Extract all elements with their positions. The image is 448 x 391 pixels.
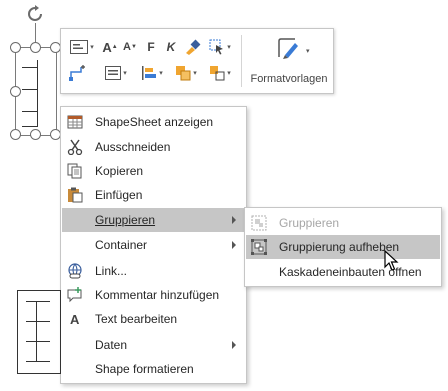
arrange-button[interactable]: ▾ — [171, 63, 201, 83]
connector-icon — [69, 65, 85, 81]
menu-item-label: Daten — [95, 338, 128, 352]
group-shape[interactable] — [17, 290, 61, 374]
menu-item-text-bearbeiten[interactable]: A Text bearbeiten — [62, 307, 245, 331]
menu-item-label: Shape formatieren — [95, 362, 194, 376]
toolbar-separator — [241, 35, 242, 87]
font-increase-button[interactable]: A ▲ — [101, 37, 119, 57]
menu-item-daten[interactable]: Daten — [62, 333, 245, 357]
submenu-item-kaskaden[interactable]: Kaskadeneinbauten öffnen — [246, 260, 440, 284]
resize-handle-w[interactable] — [10, 86, 21, 97]
format-painter-icon — [186, 39, 201, 55]
menu-item-kommentar[interactable]: Kommentar hinzufügen — [62, 283, 245, 307]
connector-button[interactable] — [67, 63, 89, 83]
formatvorlagen-button[interactable]: ▾ Formatvorlagen — [249, 35, 329, 89]
font-decrease-button[interactable]: A ▼ — [121, 37, 139, 57]
bold-icon: F — [147, 40, 155, 54]
submenu-item-label: Gruppieren — [279, 216, 340, 230]
shape-stroke — [26, 361, 50, 362]
arrange-group-icon — [210, 66, 225, 81]
font-decrease-icon: A — [123, 41, 131, 53]
shape-style-button[interactable]: ▾ — [205, 63, 235, 83]
copy-icon — [67, 163, 82, 179]
shape-stroke — [26, 341, 50, 342]
resize-handle-sw[interactable] — [10, 129, 21, 140]
menu-item-label: Container — [95, 238, 148, 252]
submenu-item-label: Gruppierung aufheben — [279, 240, 400, 254]
menu-item-einfuegen[interactable]: Einfügen — [62, 183, 245, 207]
pointer-tool-button[interactable]: ▾ — [205, 37, 235, 57]
shape-stroke — [36, 301, 37, 361]
menu-item-label: Einfügen — [95, 188, 143, 202]
menu-item-label: Text bearbeiten — [95, 312, 178, 326]
resize-handle-nw[interactable] — [10, 42, 21, 53]
submenu-arrow-icon — [232, 241, 236, 249]
menu-item-label: Gruppieren — [95, 213, 156, 227]
shape-stroke — [22, 67, 38, 68]
rotate-handle-stem — [35, 23, 36, 43]
menu-item-link[interactable]: Link... — [62, 259, 245, 283]
selection-frame — [15, 47, 57, 136]
arrange-icon — [176, 66, 191, 81]
shape-stroke — [26, 321, 50, 322]
shape-stroke — [22, 111, 38, 112]
submenu-arrow-icon — [232, 341, 236, 349]
align-text-button[interactable]: ▾ — [101, 63, 131, 83]
menu-item-label: Kommentar hinzufügen — [95, 288, 220, 302]
format-painter-button[interactable] — [181, 37, 203, 57]
svg-text:A: A — [70, 312, 80, 327]
position-icon — [142, 66, 157, 80]
rotate-handle-icon[interactable] — [26, 5, 44, 23]
align-text-icon — [105, 66, 122, 80]
styles-icon — [278, 38, 298, 59]
submenu-item-gruppieren[interactable]: Gruppieren — [246, 211, 440, 235]
bold-button[interactable]: F — [143, 37, 159, 57]
shape-stroke — [22, 126, 38, 127]
italic-button[interactable]: K — [163, 37, 179, 57]
submenu-item-gruppierung-aufheben[interactable]: Gruppierung aufheben — [246, 235, 440, 259]
italic-icon: K — [166, 40, 176, 54]
menu-item-container[interactable]: Container — [62, 233, 245, 257]
formatvorlagen-label: Formatvorlagen — [250, 73, 328, 85]
shape-stroke — [26, 301, 50, 302]
pointer-tool-icon — [209, 39, 224, 55]
shape-stroke — [37, 60, 38, 126]
menu-item-label: Ausschneiden — [95, 140, 171, 154]
position-button[interactable]: ▾ — [137, 63, 167, 83]
menu-item-label: Link... — [95, 264, 128, 278]
menu-item-shapesheet[interactable]: ShapeSheet anzeigen — [62, 110, 245, 134]
menu-item-ausschneiden[interactable]: Ausschneiden — [62, 135, 245, 159]
resize-handle-n[interactable] — [30, 42, 41, 53]
menu-item-shape-formatieren[interactable]: Shape formatieren — [62, 357, 245, 381]
menu-item-gruppieren[interactable]: Gruppieren — [62, 208, 245, 232]
comment-icon — [67, 287, 82, 303]
text-edit-icon: A — [70, 312, 80, 327]
group-icon — [251, 215, 267, 231]
menu-item-kopieren[interactable]: Kopieren — [62, 159, 245, 183]
shape-fill-icon — [70, 40, 89, 54]
mouse-pointer-icon — [384, 250, 399, 271]
link-icon — [68, 263, 82, 279]
mini-toolbar: ▾ A ▲ A ▼ F K ▾ ▾ ▾ ▾ ▾ ▾ Formatvorlagen — [60, 28, 334, 94]
shape-stroke — [22, 89, 38, 90]
submenu-item-label: Kaskadeneinbauten öffnen — [279, 265, 422, 279]
font-increase-icon: A — [102, 39, 112, 55]
scissors-icon — [67, 139, 83, 155]
ungroup-icon — [251, 239, 267, 255]
resize-handle-s[interactable] — [30, 129, 41, 140]
paste-icon — [68, 187, 83, 203]
context-menu: ShapeSheet anzeigen Ausschneiden Kopiere… — [60, 106, 247, 384]
shape-fill-button[interactable]: ▾ — [67, 37, 97, 57]
group-submenu: Gruppieren Gruppierung aufheben Kaskaden… — [244, 207, 442, 287]
submenu-arrow-icon — [232, 216, 236, 224]
shapesheet-icon — [67, 115, 83, 129]
menu-item-label: ShapeSheet anzeigen — [95, 115, 214, 129]
menu-item-label: Kopieren — [95, 164, 144, 178]
